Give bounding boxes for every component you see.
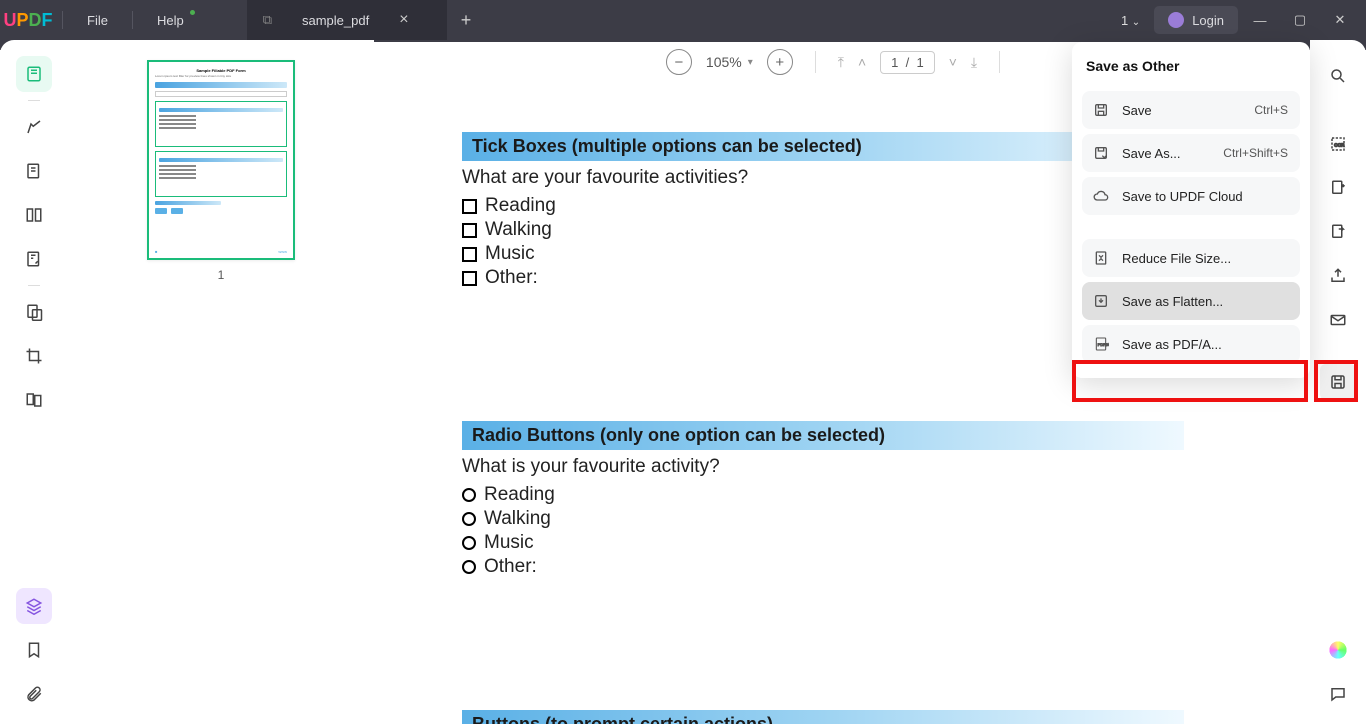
- save-as-button[interactable]: Save As... Ctrl+Shift+S: [1082, 134, 1300, 172]
- checkbox-icon[interactable]: [462, 271, 477, 286]
- email-icon[interactable]: [1320, 302, 1356, 338]
- login-label: Login: [1192, 13, 1224, 28]
- checkbox-icon[interactable]: [462, 223, 477, 238]
- tab-close-icon[interactable]: ×: [399, 11, 408, 29]
- layers-icon[interactable]: [16, 588, 52, 624]
- search-icon[interactable]: [1320, 58, 1356, 94]
- crop-tool-icon[interactable]: [16, 338, 52, 374]
- compress-icon: [1092, 249, 1110, 267]
- radio-icon[interactable]: [462, 488, 476, 502]
- zoom-out-button[interactable]: −: [666, 49, 692, 75]
- left-sidebar: [0, 40, 68, 724]
- section-header-radio: Radio Buttons (only one option can be se…: [462, 421, 1184, 450]
- comments-panel-icon[interactable]: [1320, 676, 1356, 712]
- save-as-other-panel: Save as Other Save Ctrl+S Save As... Ctr…: [1072, 42, 1310, 378]
- tab-doc-icon: ⧉: [263, 12, 272, 28]
- login-button[interactable]: Login: [1154, 6, 1238, 34]
- window-maximize-icon[interactable]: ▢: [1282, 2, 1318, 38]
- pdfa-icon: PDF/A: [1092, 335, 1110, 353]
- radio-icon[interactable]: [462, 512, 476, 526]
- save-panel-title: Save as Other: [1072, 42, 1310, 86]
- compare-tool-icon[interactable]: [16, 382, 52, 418]
- window-minimize-icon[interactable]: —: [1242, 2, 1278, 38]
- menu-help[interactable]: Help: [139, 13, 202, 28]
- new-tab-button[interactable]: +: [447, 10, 486, 31]
- document-tab[interactable]: ⧉ sample_pdf ×: [247, 0, 447, 40]
- bookmark-icon[interactable]: [16, 632, 52, 668]
- save-as-pdfa-button[interactable]: PDF/A Save as PDF/A...: [1082, 325, 1300, 363]
- last-page-icon[interactable]: ⤓: [971, 54, 977, 71]
- prev-page-icon[interactable]: ˄: [858, 54, 866, 70]
- question-text: What is your favourite activity?: [462, 456, 1184, 478]
- save-as-icon: [1092, 144, 1110, 162]
- tab-label: sample_pdf: [302, 13, 369, 28]
- shortcut-label: Ctrl+S: [1254, 103, 1288, 117]
- form-tool-icon[interactable]: [16, 241, 52, 277]
- updf-logo: UPDF: [0, 0, 56, 40]
- edit-pdf-icon[interactable]: [16, 153, 52, 189]
- flatten-icon: [1092, 292, 1110, 310]
- zoom-in-button[interactable]: +: [767, 49, 793, 75]
- reduce-file-size-button[interactable]: Reduce File Size...: [1082, 239, 1300, 277]
- thumbnail-panel: Sample Fillable PDF Form Lorem ipsum tex…: [68, 40, 374, 724]
- workspace-selector[interactable]: 1 ⌄: [1111, 9, 1150, 32]
- checkbox-icon[interactable]: [462, 199, 477, 214]
- radio-icon[interactable]: [462, 560, 476, 574]
- checkbox-icon[interactable]: [462, 247, 477, 262]
- convert-icon[interactable]: [1320, 214, 1356, 250]
- page-thumbnail[interactable]: Sample Fillable PDF Form Lorem ipsum tex…: [147, 60, 295, 260]
- save-as-flatten-button[interactable]: Save as Flatten...: [1082, 282, 1300, 320]
- avatar-icon: [1168, 12, 1184, 28]
- redact-tool-icon[interactable]: [16, 294, 52, 330]
- organize-pages-icon[interactable]: [16, 197, 52, 233]
- first-page-icon[interactable]: ⤒: [838, 54, 844, 71]
- radio-option[interactable]: Reading: [462, 484, 1184, 506]
- svg-text:PDF/A: PDF/A: [1098, 342, 1109, 347]
- thumbnail-page-number: 1: [218, 268, 225, 282]
- annotation-highlight-box: [1314, 360, 1358, 402]
- window-close-icon[interactable]: ✕: [1322, 2, 1358, 38]
- next-page-icon[interactable]: ˅: [949, 54, 957, 70]
- share-icon[interactable]: [1320, 258, 1356, 294]
- shortcut-label: Ctrl+Shift+S: [1223, 146, 1288, 160]
- radio-icon[interactable]: [462, 536, 476, 550]
- save-to-cloud-button[interactable]: Save to UPDF Cloud: [1082, 177, 1300, 215]
- page-indicator[interactable]: 1 / 1: [880, 51, 935, 74]
- comment-tool-icon[interactable]: [16, 109, 52, 145]
- zoom-level: 105%: [706, 54, 742, 70]
- radio-option[interactable]: Other:: [462, 556, 1184, 578]
- ai-assistant-icon[interactable]: [1320, 632, 1356, 668]
- annotation-highlight-box: [1072, 360, 1308, 402]
- menu-file[interactable]: File: [69, 13, 126, 28]
- ocr-icon[interactable]: OCR: [1320, 126, 1356, 162]
- titlebar: UPDF File Help ⧉ sample_pdf × + 1 ⌄ Logi…: [0, 0, 1366, 40]
- attachment-icon[interactable]: [16, 676, 52, 712]
- save-button[interactable]: Save Ctrl+S: [1082, 91, 1300, 129]
- radio-option[interactable]: Music: [462, 532, 1184, 554]
- help-notification-dot: [190, 10, 195, 15]
- export-icon[interactable]: [1320, 170, 1356, 206]
- radio-option[interactable]: Walking: [462, 508, 1184, 530]
- zoom-dropdown-icon[interactable]: ▾: [748, 57, 753, 68]
- section-header-buttons: Buttons (to prompt certain actions): [462, 710, 1184, 724]
- svg-text:OCR: OCR: [1334, 142, 1345, 147]
- cloud-icon: [1092, 187, 1110, 205]
- reader-mode-icon[interactable]: [16, 56, 52, 92]
- save-icon: [1092, 101, 1110, 119]
